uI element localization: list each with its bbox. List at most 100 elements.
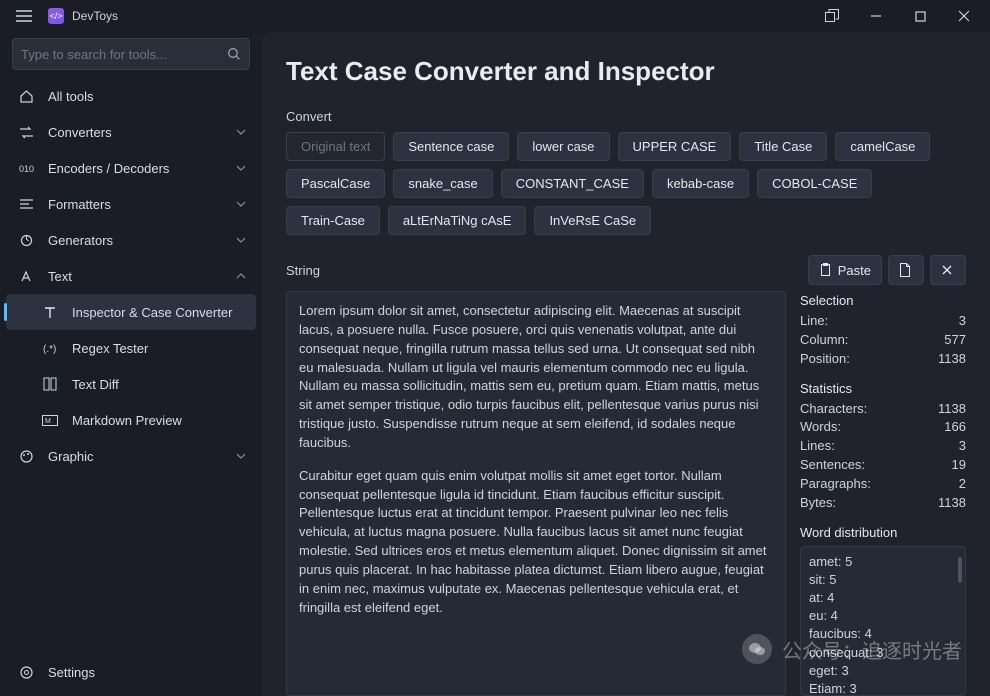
convert-camel[interactable]: camelCase: [835, 132, 930, 161]
sidebar-item-label: Formatters: [48, 197, 111, 212]
app-logo: </>: [48, 8, 64, 24]
sidebar: All tools Converters 010 Encoders / Deco…: [0, 32, 262, 696]
chars-value: 1138: [938, 400, 966, 419]
text-icon: [16, 270, 36, 283]
word-dist-item: at: 4: [809, 589, 957, 607]
hamburger-menu[interactable]: [8, 0, 40, 32]
close-button[interactable]: [942, 0, 986, 32]
lines-label: Lines:: [800, 437, 835, 456]
convert-pascal[interactable]: PascalCase: [286, 169, 385, 198]
sidebar-item-text[interactable]: Text: [0, 258, 262, 294]
file-icon: [899, 263, 911, 277]
convert-constant[interactable]: CONSTANT_CASE: [501, 169, 644, 198]
word-dist-item: Etiam: 3: [809, 680, 957, 696]
sidebar-item-encoders[interactable]: 010 Encoders / Decoders: [0, 150, 262, 186]
paragraphs-value: 2: [959, 475, 966, 494]
regex-icon: (.*): [40, 342, 60, 354]
paste-button-label: Paste: [838, 263, 871, 278]
convert-sentence[interactable]: Sentence case: [393, 132, 509, 161]
sidebar-item-label: Markdown Preview: [72, 413, 182, 428]
string-section-label: String: [286, 263, 320, 278]
convert-lower[interactable]: lower case: [517, 132, 609, 161]
column-label: Column:: [800, 331, 848, 350]
convert-section-label: Convert: [286, 109, 966, 124]
paragraphs-label: Paragraphs:: [800, 475, 871, 494]
word-dist-item: sit: 5: [809, 571, 957, 589]
position-label: Position:: [800, 350, 850, 369]
selection-title: Selection: [800, 293, 966, 308]
sidebar-item-diff[interactable]: Text Diff: [0, 366, 262, 402]
generators-icon: [16, 233, 36, 248]
search-input-wrapper[interactable]: [12, 38, 250, 70]
word-dist-item: faucibus: 4: [809, 625, 957, 643]
word-dist-item: eget: 3: [809, 662, 957, 680]
chevron-down-icon: [236, 129, 246, 135]
chevron-down-icon: [236, 453, 246, 459]
sidebar-item-label: Converters: [48, 125, 112, 140]
convert-inverse[interactable]: InVeRsE CaSe: [534, 206, 651, 235]
word-dist-title: Word distribution: [800, 525, 966, 540]
sentences-label: Sentences:: [800, 456, 865, 475]
svg-text:M: M: [45, 418, 51, 425]
convert-button-row: Original text Sentence case lower case U…: [286, 132, 966, 235]
sidebar-item-graphic[interactable]: Graphic: [0, 438, 262, 474]
open-file-button[interactable]: [888, 255, 924, 285]
compact-overlay-button[interactable]: [810, 0, 854, 32]
convert-kebab[interactable]: kebab-case: [652, 169, 749, 198]
sidebar-item-regex[interactable]: (.*) Regex Tester: [0, 330, 262, 366]
word-distribution-list[interactable]: amet: 5 sit: 5 at: 4 eu: 4 faucibus: 4 c…: [800, 546, 966, 696]
words-label: Words:: [800, 418, 841, 437]
scrollbar-thumb[interactable]: [958, 557, 962, 583]
nav: All tools Converters 010 Encoders / Deco…: [0, 78, 262, 654]
sidebar-item-formatters[interactable]: Formatters: [0, 186, 262, 222]
sidebar-item-inspector[interactable]: Inspector & Case Converter: [6, 294, 256, 330]
column-value: 577: [944, 331, 966, 350]
chevron-down-icon: [236, 165, 246, 171]
sidebar-item-settings[interactable]: Settings: [0, 654, 262, 690]
convert-upper[interactable]: UPPER CASE: [618, 132, 732, 161]
convert-alternating[interactable]: aLtErNaTiNg cAsE: [388, 206, 527, 235]
svg-text:(.*): (.*): [43, 344, 56, 354]
text-paragraph: Curabitur eget quam quis enim volutpat m…: [299, 467, 773, 618]
sidebar-item-generators[interactable]: Generators: [0, 222, 262, 258]
chars-label: Characters:: [800, 400, 867, 419]
type-icon: [40, 306, 60, 319]
convert-title[interactable]: Title Case: [739, 132, 827, 161]
paste-button[interactable]: Paste: [808, 255, 882, 285]
sidebar-item-label: Graphic: [48, 449, 94, 464]
svg-text:010: 010: [19, 164, 34, 174]
markdown-icon: M: [40, 415, 60, 426]
converters-icon: [16, 126, 36, 139]
graphic-icon: [16, 449, 36, 464]
convert-original[interactable]: Original text: [286, 132, 385, 161]
home-icon: [16, 89, 36, 104]
page-title: Text Case Converter and Inspector: [286, 56, 966, 87]
convert-train[interactable]: Train-Case: [286, 206, 380, 235]
sidebar-item-label: All tools: [48, 89, 94, 104]
line-value: 3: [959, 312, 966, 331]
info-pane: Selection Line: 3 Column: 577 Position: 113…: [800, 291, 966, 696]
line-label: Line:: [800, 312, 828, 331]
minimize-button[interactable]: [854, 0, 898, 32]
titlebar: </> DevToys: [0, 0, 990, 32]
sidebar-item-converters[interactable]: Converters: [0, 114, 262, 150]
lines-value: 3: [959, 437, 966, 456]
search-icon: [227, 47, 241, 61]
clear-button[interactable]: [930, 255, 966, 285]
bytes-value: 1138: [938, 494, 966, 513]
sidebar-item-markdown[interactable]: M Markdown Preview: [0, 402, 262, 438]
word-dist-item: eu: 4: [809, 607, 957, 625]
text-input-area[interactable]: Lorem ipsum dolor sit amet, consectetur …: [286, 291, 786, 696]
convert-snake[interactable]: snake_case: [393, 169, 492, 198]
maximize-button[interactable]: [898, 0, 942, 32]
word-dist-item: amet: 5: [809, 553, 957, 571]
sidebar-item-label: Text Diff: [72, 377, 119, 392]
content-area: Text Case Converter and Inspector Conver…: [262, 32, 990, 696]
position-value: 1138: [938, 350, 966, 369]
chevron-down-icon: [236, 237, 246, 243]
clipboard-icon: [819, 263, 832, 277]
search-input[interactable]: [21, 47, 221, 62]
convert-cobol[interactable]: COBOL-CASE: [757, 169, 872, 198]
x-icon: [941, 264, 953, 276]
sidebar-item-all-tools[interactable]: All tools: [0, 78, 262, 114]
